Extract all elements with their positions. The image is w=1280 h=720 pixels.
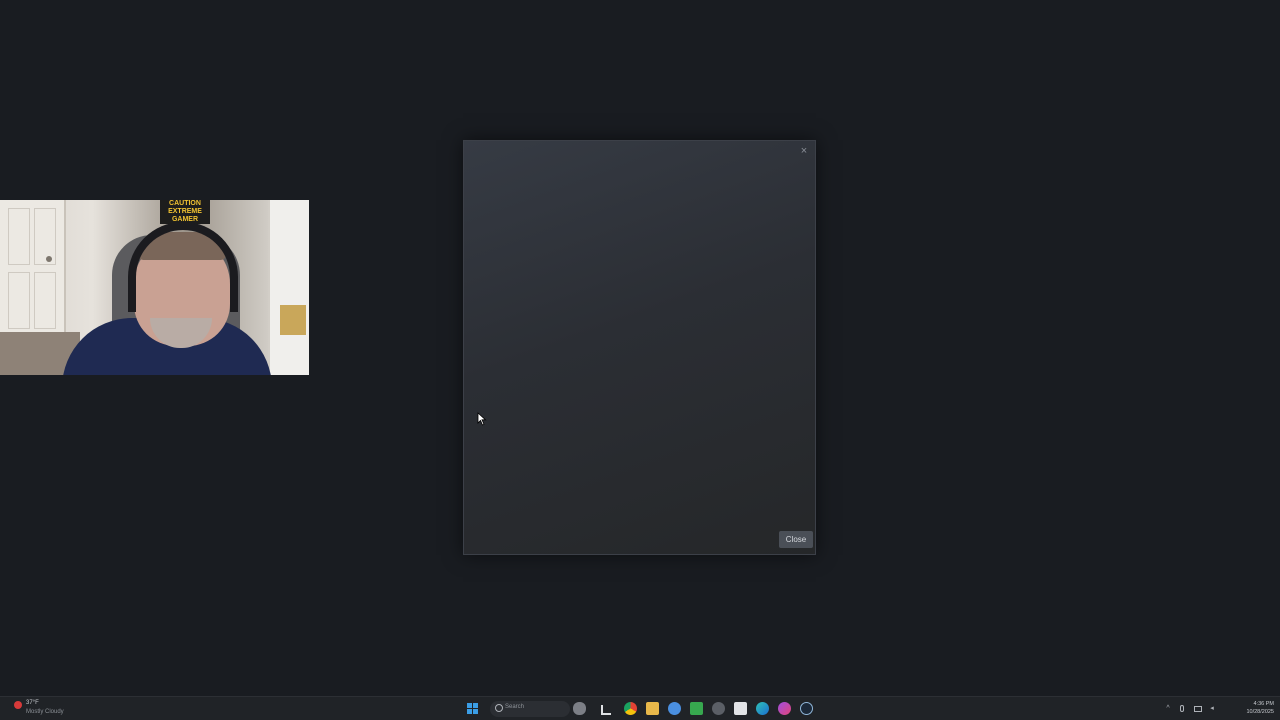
taskbar-search[interactable]: Search bbox=[490, 701, 570, 717]
close-icon[interactable]: × bbox=[797, 144, 811, 158]
game-icon[interactable] bbox=[712, 702, 725, 715]
microphone-icon[interactable] bbox=[1180, 705, 1184, 712]
taskbar-clock[interactable]: 4:36 PM 10/28/2025 bbox=[1246, 700, 1274, 716]
door-panel bbox=[34, 208, 56, 265]
desktop: CAUTION EXTREME GAMER × Close bbox=[0, 0, 1280, 696]
door-panel bbox=[8, 272, 30, 329]
door-panel bbox=[34, 272, 56, 329]
door-panel bbox=[8, 208, 30, 265]
speaker-icon[interactable]: ◂ bbox=[1208, 705, 1216, 713]
chrome-icon[interactable] bbox=[624, 702, 637, 715]
clock-date: 10/28/2025 bbox=[1246, 709, 1274, 715]
file-explorer-icon[interactable] bbox=[646, 702, 659, 715]
weather-temp: 37°F bbox=[26, 700, 39, 706]
webcam-overlay: CAUTION EXTREME GAMER bbox=[0, 200, 309, 375]
steam-icon[interactable] bbox=[800, 702, 813, 715]
poster: CAUTION EXTREME GAMER bbox=[160, 200, 210, 224]
messenger-icon[interactable] bbox=[778, 702, 791, 715]
chevron-up-icon[interactable]: ^ bbox=[1164, 705, 1172, 713]
door-knob bbox=[46, 256, 52, 262]
browser-icon[interactable] bbox=[668, 702, 681, 715]
clock-time: 4:36 PM bbox=[1253, 701, 1274, 707]
system-tray: ^ ◂ 4:36 PM 10/28/2025 bbox=[1164, 699, 1274, 719]
weather-icon bbox=[14, 701, 22, 709]
xbox-icon[interactable] bbox=[690, 702, 703, 715]
search-placeholder: Search bbox=[505, 704, 525, 710]
door bbox=[0, 200, 66, 335]
close-button[interactable]: Close bbox=[779, 531, 813, 548]
taskbar: 37°F Mostly Cloudy Search ^ ◂ 4:36 PM 10… bbox=[0, 696, 1280, 720]
edge-icon[interactable] bbox=[756, 702, 769, 715]
terminal-icon[interactable] bbox=[601, 705, 611, 715]
shelf bbox=[268, 200, 309, 375]
gamepad-icon[interactable] bbox=[573, 702, 586, 715]
battery-icon[interactable] bbox=[1194, 706, 1202, 712]
windows-start-icon[interactable] bbox=[466, 702, 479, 715]
search-icon bbox=[495, 704, 503, 712]
app-icon[interactable] bbox=[734, 702, 747, 715]
mouse-cursor-icon bbox=[477, 412, 487, 426]
dialog-window: × Close bbox=[463, 140, 816, 555]
shelf-item bbox=[280, 305, 306, 335]
weather-condition: Mostly Cloudy bbox=[26, 709, 64, 715]
